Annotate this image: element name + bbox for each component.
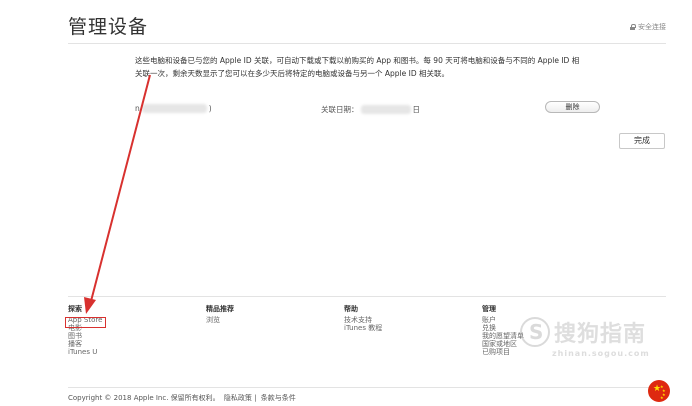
date-redacted [360,105,411,114]
secure-connection-label: 安全连接 [638,23,666,31]
device-name-redacted [141,104,207,113]
lock-icon [630,24,636,30]
remove-device-button[interactable]: 删除 [545,101,600,113]
footer-divider [68,296,666,297]
footer-column-manage: 管理 账户 兑换 我的愿望清单 国家或地区 已购项目 [482,305,524,356]
footer-link-redeem[interactable]: 兑换 [482,324,524,332]
footer-link-books[interactable]: 图书 [68,332,102,340]
copyright-line: Copyright © 2018 Apple Inc. 保留所有权利。 隐私政策… [68,393,296,403]
devices-description: 这些电脑和设备已与您的 Apple ID 关联，可自动下载或下载以前购买的 Ap… [135,56,580,78]
secure-connection[interactable]: 安全连接 [630,22,666,32]
footer-link-account[interactable]: 账户 [482,316,524,324]
date-suffix: 日 [412,105,421,114]
sogou-logo-icon [520,317,550,347]
device-row: n ) 关联日期： 日 删除 [135,101,600,117]
device-name-prefix: n [135,104,140,113]
device-name-suffix: ) [208,104,212,113]
footer-link-itunes-u[interactable]: iTunes U [68,348,102,356]
copyright-text: Copyright © 2018 Apple Inc. 保留所有权利。 [68,394,220,402]
footer-link-purchased[interactable]: 已购项目 [482,348,524,356]
watermark-text: 搜狗指南 [554,322,647,347]
privacy-link[interactable]: 隐私政策 [224,394,252,402]
footer-column-featured: 精品推荐 浏览 [206,305,234,324]
footer-column-explore: 探索 App Store 电影 图书 播客 iTunes U [68,305,102,356]
footer-heading: 探索 [68,305,82,313]
watermark: 搜狗指南 [520,316,646,348]
china-flag-icon[interactable]: ★ ★ ★ ★ ★ [648,380,670,402]
footer-link-wishlist[interactable]: 我的愿望清单 [482,332,524,340]
terms-link[interactable]: 条款与条件 [261,394,296,402]
device-name: n ) [135,104,212,113]
page-title: 管理设备 [68,16,149,38]
footer-heading: 精品推荐 [206,305,234,313]
footer-link-browse[interactable]: 浏览 [206,316,234,324]
footer-link-tutorials[interactable]: iTunes 教程 [344,324,382,332]
date-label: 关联日期： [321,105,359,114]
footer-heading: 管理 [482,305,496,313]
footer-link-support[interactable]: 技术支持 [344,316,382,324]
footer-heading: 帮助 [344,305,358,313]
footer-column-help: 帮助 技术支持 iTunes 教程 [344,305,382,332]
footer-link-country[interactable]: 国家或地区 [482,340,524,348]
device-date: 关联日期： 日 [321,104,420,115]
footer-link-podcasts[interactable]: 播客 [68,340,102,348]
header-divider [68,43,666,44]
bottom-divider [68,387,666,388]
separator: | [254,394,257,402]
watermark-url: zhinan.sogou.com [552,349,650,358]
done-button[interactable]: 完成 [619,133,665,149]
app-store-highlight-box [65,317,106,328]
